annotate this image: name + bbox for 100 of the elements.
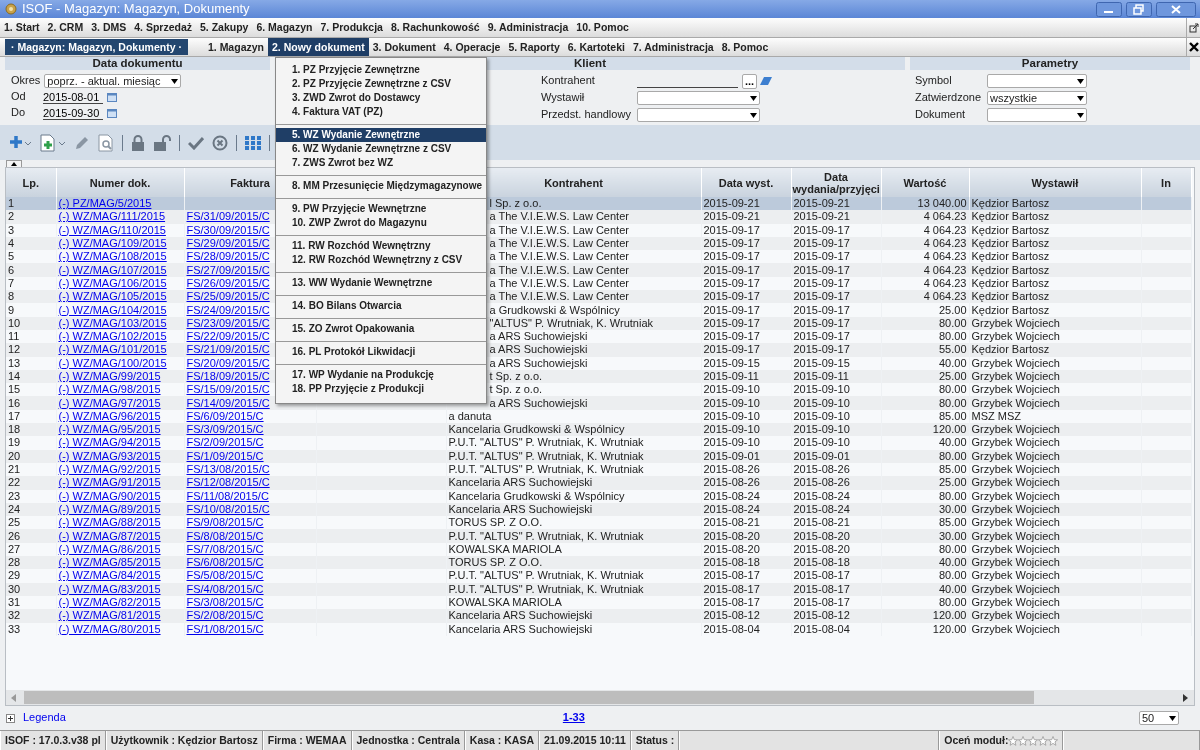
add-document-icon[interactable]: [40, 133, 66, 152]
menu-item[interactable]: 6. Magazyn: [252, 21, 317, 34]
table-row[interactable]: 20 (-) WZ/MAG/93/2015 FS/1/09/2015/C P.U.T. "ALTUS" P. Wrutniak, K. Wrutniak 2015-09-01 2015-09-01 80.00 Grzybek Wojciech: [6, 449, 1191, 463]
menu-tab[interactable]: 1. Magazyn: [203, 37, 268, 57]
column-header[interactable]: Wartość: [881, 168, 969, 197]
table-row[interactable]: 18 (-) WZ/MAG/95/2015 FS/3/09/2015/C Kancelaria Grudkowski & Wspólnicy 2015-09-10 2015-09-10 120.00 Grzybek Wojciech: [6, 423, 1191, 437]
invoice-link[interactable]: FS/18/09/2015/C: [186, 370, 270, 382]
menu-tab[interactable]: 4. Operacje: [439, 37, 505, 57]
cancel-icon[interactable]: [212, 134, 228, 151]
invoice-link[interactable]: FS/7/08/2015/C: [186, 542, 264, 555]
dropdown-field[interactable]: [637, 91, 760, 105]
scroll-left-icon[interactable]: [11, 694, 17, 702]
column-header[interactable]: Numer dok.: [56, 168, 184, 197]
invoice-link[interactable]: FS/26/09/2015/C: [186, 276, 270, 289]
menu-tab[interactable]: 6. Kartoteki: [563, 37, 629, 57]
menu-item[interactable]: 4. Sprzedaż: [130, 21, 196, 34]
grid-icon[interactable]: [245, 135, 261, 150]
invoice-link[interactable]: FS/8/08/2015/C: [186, 529, 264, 542]
close-icon[interactable]: [1188, 42, 1199, 52]
menu-item[interactable]: 3. ZWD Zwrot do Dostawcy: [276, 91, 486, 105]
invoice-link[interactable]: FS/2/08/2015/C: [186, 609, 264, 622]
checkmark-icon[interactable]: [188, 135, 204, 150]
invoice-link[interactable]: FS/31/09/2015/C: [186, 210, 270, 223]
menu-item[interactable]: 2. CRM: [43, 21, 88, 34]
menu-item[interactable]: 10. Pomoc: [572, 21, 633, 34]
document-link[interactable]: (-) WZ/MAG/95/2015: [58, 423, 161, 436]
menu-item[interactable]: 1. Start: [0, 21, 44, 34]
menu-item[interactable]: 5. WZ Wydanie Zewnętrzne: [276, 128, 486, 142]
invoice-link[interactable]: FS/24/09/2015/C: [186, 303, 270, 316]
table-row[interactable]: 33 (-) WZ/MAG/80/2015 FS/1/08/2015/C Kancelaria ARS Suchowiejski 2015-08-04 2015-08-04 120.00 Grzybek Wojciech: [6, 622, 1191, 636]
invoice-link[interactable]: FS/20/09/2015/C: [186, 356, 270, 369]
column-header[interactable]: Wystawił: [969, 168, 1141, 197]
plus-icon[interactable]: [10, 134, 32, 151]
document-link[interactable]: (-) WZ/MAG/94/2015: [58, 436, 161, 449]
collapse-icon[interactable]: [6, 160, 22, 167]
unlock-icon[interactable]: [153, 134, 171, 151]
column-header[interactable]: Data wydania/przyjęci: [791, 168, 881, 197]
document-link[interactable]: (-) WZ/MAG/99/2015: [58, 370, 161, 382]
invoice-link[interactable]: FS/11/08/2015/C: [186, 489, 269, 502]
table-row[interactable]: 29 (-) WZ/MAG/84/2015 FS/5/08/2015/C P.U.T. "ALTUS" P. Wrutniak, K. Wrutniak 2015-08-17 2015-08-17 80.00 Grzybek Wojciech: [6, 569, 1191, 583]
document-link[interactable]: (-) WZ/MAG/105/2015: [58, 290, 167, 303]
table-row[interactable]: 24 (-) WZ/MAG/89/2015 FS/10/08/2015/C Kancelaria ARS Suchowiejski 2015-08-24 2015-08-24 30.00 Grzybek Wojciech: [6, 502, 1191, 517]
menu-item[interactable]: 8. Rachunkowość: [386, 21, 484, 34]
document-link[interactable]: (-) PZ/MAG/5/2015: [58, 197, 152, 210]
invoice-link[interactable]: FS/27/09/2015/C: [186, 263, 270, 276]
table-row[interactable]: 28 (-) WZ/MAG/85/2015 FS/6/08/2015/C TORUS SP. Z O.O. 2015-08-18 2015-08-18 40.00 Grzybek Wojciech: [6, 556, 1191, 570]
document-link[interactable]: (-) WZ/MAG/111/2015: [58, 210, 166, 223]
pagination-link[interactable]: 1-33: [562, 711, 585, 725]
star-icon[interactable]: [1038, 735, 1049, 746]
invoice-link[interactable]: FS/10/08/2015/C: [186, 502, 270, 515]
page-size-dropdown[interactable]: 50: [1139, 711, 1179, 725]
document-link[interactable]: (-) WZ/MAG/110/2015: [58, 223, 166, 236]
menu-tab[interactable]: 7. Administracja: [628, 37, 718, 57]
document-link[interactable]: (-) WZ/MAG/108/2015: [58, 250, 167, 263]
menu-item[interactable]: 4. Faktura VAT (PZ): [276, 105, 486, 119]
invoice-link[interactable]: FS/22/09/2015/C: [186, 330, 270, 343]
table-row[interactable]: 32 (-) WZ/MAG/81/2015 FS/2/08/2015/C Kancelaria ARS Suchowiejski 2015-08-12 2015-08-12 120.00 Grzybek Wojciech: [6, 609, 1191, 623]
star-icon[interactable]: [1048, 735, 1059, 746]
column-header[interactable]: In: [1141, 168, 1191, 197]
invoice-link[interactable]: FS/23/09/2015/C: [186, 316, 270, 329]
document-link[interactable]: (-) WZ/MAG/93/2015: [58, 449, 161, 462]
lock-icon[interactable]: [131, 134, 145, 151]
invoice-link[interactable]: FS/1/08/2015/C: [186, 622, 264, 635]
table-row[interactable]: 23 (-) WZ/MAG/90/2015 FS/11/08/2015/C Kancelaria Grudkowski & Wspólnicy 2015-08-24 2015-08-24 80.00 Grzybek Wojciech: [6, 489, 1191, 503]
document-link[interactable]: (-) WZ/MAG/100/2015: [58, 356, 167, 369]
invoice-link[interactable]: FS/5/08/2015/C: [186, 569, 264, 582]
invoice-link[interactable]: FS/3/08/2015/C: [186, 596, 264, 609]
expand-icon[interactable]: [6, 713, 15, 723]
document-link[interactable]: (-) WZ/MAG/88/2015: [58, 516, 161, 529]
invoice-link[interactable]: FS/30/09/2015/C: [186, 223, 270, 236]
menu-item[interactable]: 5. Zakupy: [196, 21, 253, 34]
horizontal-scrollbar[interactable]: [6, 690, 1194, 705]
invoice-link[interactable]: FS/6/08/2015/C: [186, 556, 264, 569]
document-link[interactable]: (-) WZ/MAG/83/2015: [58, 582, 161, 595]
menu-tab[interactable]: 3. Dokument: [368, 37, 440, 57]
table-row[interactable]: 30 (-) WZ/MAG/83/2015 FS/4/08/2015/C P.U.T. "ALTUS" P. Wrutniak, K. Wrutniak 2015-08-17 2015-08-17 40.00 Grzybek Wojciech: [6, 582, 1191, 596]
star-icon[interactable]: [1018, 735, 1029, 746]
document-link[interactable]: (-) WZ/MAG/92/2015: [58, 463, 161, 476]
date-field[interactable]: 2015-08-01: [43, 90, 103, 104]
document-link[interactable]: (-) WZ/MAG/96/2015: [58, 409, 161, 422]
invoice-link[interactable]: FS/25/09/2015/C: [186, 290, 270, 303]
invoice-link[interactable]: FS/4/08/2015/C: [186, 582, 264, 595]
star-icon[interactable]: [1028, 735, 1039, 746]
invoice-link[interactable]: FS/29/09/2015/C: [186, 237, 270, 250]
invoice-link[interactable]: FS/14/09/2015/C: [186, 396, 270, 409]
menu-item[interactable]: 9. Administracja: [483, 21, 573, 34]
calendar-icon[interactable]: [107, 92, 117, 102]
document-link[interactable]: (-) WZ/MAG/87/2015: [58, 529, 161, 542]
document-link[interactable]: (-) WZ/MAG/103/2015: [58, 316, 167, 329]
menu-tab[interactable]: 5. Raporty: [504, 37, 564, 57]
menu-item[interactable]: 7. ZWS Zwrot bez WZ: [276, 156, 486, 170]
eraser-icon[interactable]: [760, 77, 773, 85]
document-link[interactable]: (-) WZ/MAG/101/2015: [58, 343, 167, 356]
document-link[interactable]: (-) WZ/MAG/84/2015: [58, 569, 161, 582]
document-link[interactable]: (-) WZ/MAG/82/2015: [58, 596, 161, 609]
column-header[interactable]: Lp.: [6, 168, 56, 197]
invoice-link[interactable]: FS/12/08/2015/C: [186, 476, 270, 489]
star-icon[interactable]: [1008, 735, 1019, 746]
calendar-icon[interactable]: [107, 108, 117, 118]
document-link[interactable]: (-) WZ/MAG/109/2015: [58, 237, 167, 250]
